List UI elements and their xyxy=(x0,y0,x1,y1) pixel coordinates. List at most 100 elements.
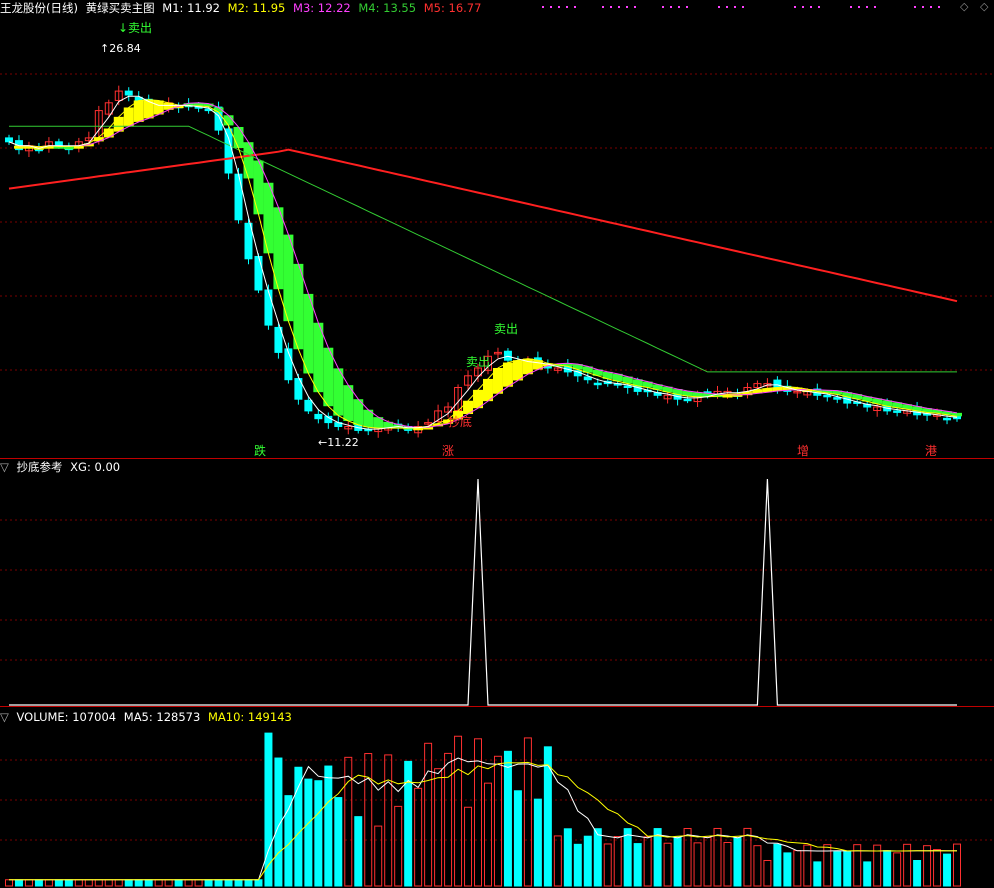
candle-body xyxy=(124,90,133,96)
trend-band xyxy=(103,128,114,138)
candle-body xyxy=(893,410,902,413)
volume-bar xyxy=(623,828,632,887)
header-dot xyxy=(930,6,932,8)
volume-bar xyxy=(384,754,393,887)
volume-bar xyxy=(324,765,333,887)
volume-bar xyxy=(144,879,153,887)
volume-bar xyxy=(723,841,732,887)
header-dot xyxy=(818,6,820,8)
volume-bar xyxy=(134,879,143,887)
volume-bar xyxy=(553,835,562,887)
volume-bar xyxy=(763,859,772,887)
candle-body xyxy=(683,398,692,402)
volume-bar xyxy=(493,755,502,887)
xg-line xyxy=(9,478,957,706)
trend-band xyxy=(263,182,274,254)
bottom-buy-label: 抄底 xyxy=(448,414,472,429)
volume-bar xyxy=(374,825,383,887)
volume-bar xyxy=(713,827,722,887)
volume-bar xyxy=(334,797,343,887)
volume-bar xyxy=(184,879,193,887)
volume-bar xyxy=(883,850,892,887)
candle-body xyxy=(623,385,632,389)
candle-body xyxy=(304,399,313,412)
volume-bar xyxy=(464,806,473,887)
volume-bar xyxy=(593,828,602,887)
ma-line-m5 xyxy=(8,148,958,303)
main-price-panel xyxy=(4,85,962,438)
trend-band xyxy=(313,322,324,393)
volume-bar xyxy=(354,816,363,887)
header-dot xyxy=(810,6,812,8)
volume-bar xyxy=(34,879,43,887)
volume-bar xyxy=(663,842,672,887)
header-dot xyxy=(734,6,736,8)
volume-bar xyxy=(653,828,662,887)
candle-body xyxy=(583,376,592,381)
volume-bar xyxy=(154,879,163,887)
volume-bar xyxy=(214,879,223,887)
volume-bar xyxy=(743,827,752,887)
volume-bar xyxy=(174,879,183,887)
volume-bar xyxy=(164,879,173,887)
volume-bar xyxy=(204,879,213,887)
header-dot xyxy=(742,6,744,8)
candle-body xyxy=(4,137,13,143)
volume-bar xyxy=(194,879,203,887)
volume-bar xyxy=(424,742,433,887)
header-dot xyxy=(566,6,568,8)
volume-bar xyxy=(114,879,123,887)
header-dot xyxy=(662,6,664,8)
header-dot xyxy=(618,6,620,8)
header-dot xyxy=(794,6,796,8)
candle-body xyxy=(833,397,842,400)
volume-bar xyxy=(234,879,243,887)
volume-bar xyxy=(394,805,403,887)
volume-bar xyxy=(753,845,762,887)
candle-body xyxy=(593,382,602,386)
volume-bar xyxy=(583,835,592,887)
volume-bar xyxy=(573,843,582,887)
volume-bar xyxy=(933,849,942,887)
header-dot xyxy=(802,6,804,8)
volume-bar xyxy=(124,879,133,887)
volume-bar xyxy=(643,836,652,887)
volume-bar xyxy=(513,790,522,887)
volume-bar xyxy=(833,851,842,887)
volume-bar xyxy=(913,860,922,887)
volume-bar xyxy=(444,752,453,887)
ma-line-m2 xyxy=(8,99,958,429)
low-price-label: ←11.22 xyxy=(318,436,359,449)
volume-bar xyxy=(563,828,572,887)
volume-bar xyxy=(783,852,792,887)
volume-bar xyxy=(793,850,802,887)
volume-bar xyxy=(923,845,932,887)
header-dot xyxy=(726,6,728,8)
volume-bar xyxy=(673,836,682,887)
header-dot xyxy=(718,6,720,8)
volume-bar xyxy=(224,879,233,887)
header-dot xyxy=(626,6,628,8)
volume-bar xyxy=(294,766,303,887)
volume-bar xyxy=(943,853,952,887)
volume-bar xyxy=(244,879,253,887)
volume-bar xyxy=(703,836,712,887)
header-dot xyxy=(574,6,576,8)
trend-band xyxy=(323,347,334,407)
candle-body xyxy=(224,128,233,174)
header-dot xyxy=(610,6,612,8)
header-dot xyxy=(558,6,560,8)
volume-bar xyxy=(14,879,23,887)
volume-bar xyxy=(503,750,512,887)
header-dot xyxy=(550,6,552,8)
header-dot xyxy=(686,6,688,8)
header-dot xyxy=(678,6,680,8)
volume-bar xyxy=(893,852,902,887)
header-dot xyxy=(874,6,876,8)
period-marker: 跌 xyxy=(254,443,266,458)
chart-canvas[interactable]: ↓卖出↑26.84卖出卖出抄底←11.22跌涨增港 xyxy=(0,0,994,888)
candle-body xyxy=(773,379,782,388)
volume-bar xyxy=(254,879,263,887)
trend-band xyxy=(333,368,344,416)
volume-bar xyxy=(533,798,542,887)
